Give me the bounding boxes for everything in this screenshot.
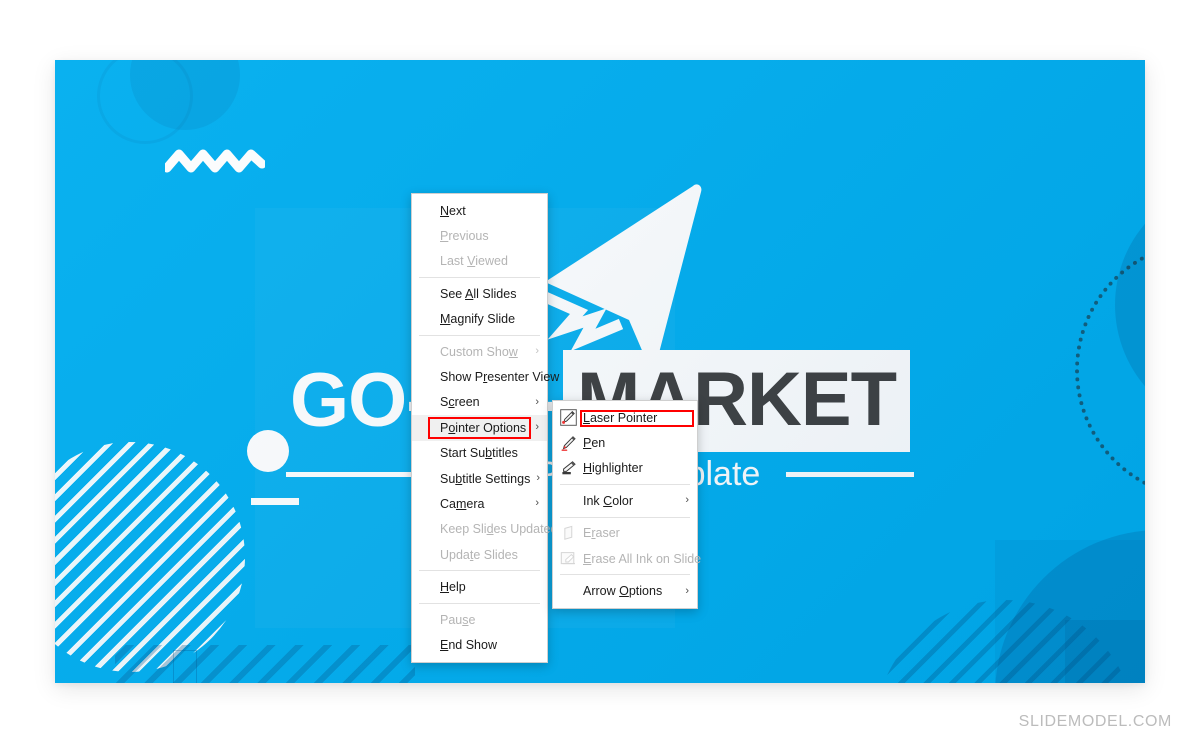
paper-plane-icon bbox=[540, 184, 702, 376]
menu-separator bbox=[560, 574, 690, 576]
menu-item-pointer-options[interactable]: Pointer Options › bbox=[412, 415, 547, 441]
menu-item-label: See All Slides bbox=[440, 286, 517, 301]
menu-item-see-all-slides[interactable]: See All Slides bbox=[412, 281, 547, 306]
menu-separator bbox=[419, 570, 540, 572]
menu-item-label: End Show bbox=[440, 637, 497, 652]
decorative-bar-white bbox=[251, 498, 299, 505]
subtitle-rule-left bbox=[285, 472, 414, 477]
menu-item-label: Highlighter bbox=[583, 461, 643, 476]
slideshow-context-menu[interactable]: Next Previous Last Viewed See All Slides Mag… bbox=[411, 193, 559, 663]
menu-item-keep-slides-updated: Keep Slides Updated bbox=[412, 517, 557, 542]
menu-item-label: Previous bbox=[440, 229, 489, 244]
menu-item-end-show[interactable]: End Show bbox=[412, 632, 547, 657]
menu-item-label: Start Subtitles bbox=[440, 446, 518, 461]
menu-separator bbox=[560, 516, 690, 518]
menu-item-label: Keep Slides Updated bbox=[440, 522, 558, 537]
menu-item-label: Arrow Options bbox=[583, 584, 663, 599]
highlighter-icon bbox=[559, 459, 577, 477]
chevron-right-icon: › bbox=[685, 494, 689, 507]
menu-separator bbox=[560, 484, 690, 486]
chevron-right-icon: › bbox=[535, 395, 539, 408]
menu-item-label: Last Viewed bbox=[440, 254, 508, 269]
menu-item-label: Update Slides bbox=[440, 547, 518, 562]
decorative-hatch-bottom-left bbox=[115, 645, 415, 683]
decorative-square-bottom-right-outer bbox=[995, 540, 1145, 683]
menu-item-label: Next bbox=[440, 203, 466, 218]
decorative-rect-outline-bottom-left bbox=[173, 650, 197, 683]
pointer-options-submenu[interactable]: Laser Pointer Pen Highlighter Ink Color › Era… bbox=[552, 400, 701, 609]
menu-item-screen[interactable]: Screen › bbox=[412, 390, 547, 415]
watermark-slidemodel: SLIDEMODEL.COM bbox=[1018, 713, 1172, 730]
menu-item-laser-pointer[interactable]: Laser Pointer bbox=[553, 405, 697, 430]
menu-item-label: Pointer Options bbox=[440, 420, 527, 435]
menu-item-update-slides: Update Slides bbox=[412, 542, 547, 567]
menu-item-pause: Pause bbox=[412, 607, 547, 632]
chevron-right-icon: › bbox=[536, 472, 541, 485]
chevron-right-icon: › bbox=[535, 345, 539, 358]
decorative-circle-top-left-filled bbox=[130, 60, 240, 130]
menu-item-label: Help bbox=[440, 580, 466, 595]
decorative-circle-top-left-ring bbox=[97, 60, 193, 144]
menu-item-label: Ink Color bbox=[583, 493, 634, 508]
eraser-icon bbox=[559, 524, 577, 542]
menu-item-subtitle-settings[interactable]: Subtitle Settings › bbox=[412, 466, 547, 491]
menu-item-label: Erase All Ink on Slide bbox=[583, 551, 702, 566]
menu-item-erase-all-ink-on-slide: Erase All Ink on Slide bbox=[553, 546, 701, 571]
subtitle-rule-right bbox=[786, 472, 915, 477]
menu-item-camera[interactable]: Camera › bbox=[412, 491, 547, 516]
laser-pointer-icon bbox=[559, 409, 577, 427]
menu-separator bbox=[419, 277, 540, 279]
menu-item-label: Camera bbox=[440, 496, 485, 511]
menu-item-label: Subtitle Settings bbox=[440, 471, 531, 486]
menu-item-label: Show Presenter View bbox=[440, 370, 560, 385]
decorative-hatch-bottom-right bbox=[875, 600, 1135, 683]
menu-item-label: Pen bbox=[583, 436, 606, 451]
menu-item-next[interactable]: Next bbox=[412, 198, 547, 223]
menu-item-label: Eraser bbox=[583, 526, 620, 541]
pen-icon bbox=[559, 434, 577, 452]
menu-item-previous: Previous bbox=[412, 223, 547, 248]
zigzag-decoration-icon bbox=[165, 149, 265, 173]
menu-item-help[interactable]: Help bbox=[412, 574, 547, 599]
decorative-square-bottom-right bbox=[1065, 620, 1145, 683]
chevron-right-icon: › bbox=[685, 584, 689, 597]
menu-item-magnify-slide[interactable]: Magnify Slide bbox=[412, 307, 547, 332]
menu-item-label: Laser Pointer bbox=[583, 410, 658, 425]
menu-separator bbox=[419, 334, 540, 336]
menu-item-last-viewed: Last Viewed bbox=[412, 249, 547, 274]
chevron-right-icon: › bbox=[535, 497, 539, 510]
menu-item-label: Magnify Slide bbox=[440, 312, 516, 327]
chevron-right-icon: › bbox=[535, 421, 539, 434]
erase-all-ink-icon bbox=[559, 550, 577, 568]
screenshot-root: GO-TO- MARKET PowerPoint Template NextPr… bbox=[0, 0, 1200, 743]
menu-item-label: Pause bbox=[440, 612, 476, 627]
menu-item-ink-color[interactable]: Ink Color › bbox=[553, 488, 697, 513]
menu-item-arrow-options[interactable]: Arrow Options › bbox=[553, 578, 697, 603]
menu-item-eraser: Eraser bbox=[553, 521, 697, 546]
menu-item-pen[interactable]: Pen bbox=[553, 430, 697, 455]
menu-item-show-presenter-view[interactable]: Show Presenter View bbox=[412, 364, 559, 389]
menu-item-label: Screen bbox=[440, 395, 480, 410]
decorative-circle-bottom-right bbox=[995, 530, 1145, 683]
menu-item-start-subtitles[interactable]: Start Subtitles bbox=[412, 441, 547, 466]
menu-item-highlighter[interactable]: Highlighter bbox=[553, 456, 697, 481]
menu-item-label: Custom Show bbox=[440, 344, 518, 359]
menu-item-custom-show: Custom Show › bbox=[412, 339, 547, 364]
menu-separator bbox=[419, 602, 540, 604]
